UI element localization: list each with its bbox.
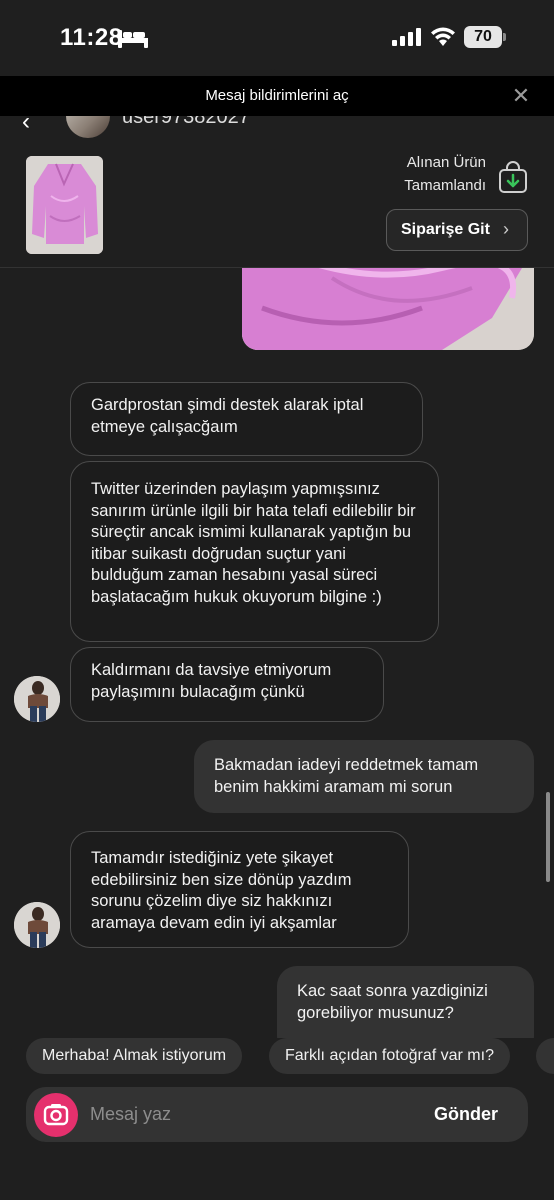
sent-photo-message[interactable] — [242, 268, 534, 350]
quick-replies: Merhaba! Almak istiyorum Farklı açıdan f… — [0, 1038, 554, 1074]
product-card: Alınan Ürün Tamamlandı Siparişe Git › — [0, 140, 554, 268]
camera-icon — [43, 1104, 69, 1126]
quick-reply-chip[interactable]: Farklı açıdan fotoğraf var mı? — [269, 1038, 510, 1074]
order-status-label: Alınan Ürün — [406, 154, 486, 171]
back-arrow-icon[interactable]: ‹ — [22, 116, 30, 136]
battery-icon: 70 — [464, 26, 506, 48]
send-button[interactable]: Gönder — [434, 1087, 498, 1142]
quick-reply-chip[interactable] — [536, 1038, 554, 1074]
message-input[interactable] — [90, 1087, 410, 1142]
incoming-message: Twitter üzerinden paylaşım yapmışsınız s… — [70, 461, 439, 642]
shopping-bag-download-icon — [499, 161, 527, 193]
message-composer: Gönder — [26, 1087, 528, 1142]
status-bar: 11:28 70 — [0, 0, 554, 76]
go-to-order-button[interactable]: Siparişe Git › — [386, 209, 528, 251]
incoming-message: Kaldırmanı da tavsiye etmiyorum paylaşım… — [70, 647, 384, 722]
scrollbar[interactable] — [546, 792, 550, 882]
close-icon[interactable]: ✕ — [510, 84, 532, 108]
header-avatar[interactable] — [66, 116, 110, 138]
chat-header: ‹ user97382027 — [0, 116, 554, 140]
outgoing-message: Kac saat sonra yazdiginizi gorebiliyor m… — [277, 966, 534, 1038]
bed-icon — [118, 30, 148, 48]
outgoing-message: Bakmadan iadeyi reddetmek tamam benim ha… — [194, 740, 534, 813]
incoming-message: Tamamdır istediğiniz yete şikayet edebil… — [70, 831, 409, 948]
header-username[interactable]: user97382027 — [122, 116, 250, 129]
product-image[interactable] — [26, 156, 103, 254]
go-to-order-label: Siparişe Git — [401, 221, 490, 238]
status-time: 11:28 — [60, 24, 123, 51]
signal-icon — [392, 28, 421, 46]
incoming-message: Gardprostan şimdi destek alarak iptal et… — [70, 382, 423, 456]
order-status-value: Tamamlandı — [404, 177, 486, 194]
wifi-icon — [431, 27, 455, 46]
chevron-right-icon: › — [503, 219, 509, 239]
quick-reply-chip[interactable]: Merhaba! Almak istiyorum — [26, 1038, 243, 1074]
notification-banner[interactable]: Mesaj bildirimlerini aç ✕ — [0, 76, 554, 116]
notification-text[interactable]: Mesaj bildirimlerini aç — [0, 76, 554, 116]
battery-level: 70 — [474, 28, 492, 45]
chat-messages[interactable]: Gardprostan şimdi destek alarak iptal et… — [0, 268, 554, 1038]
sender-avatar[interactable] — [14, 902, 60, 948]
camera-button[interactable] — [34, 1093, 78, 1137]
sender-avatar[interactable] — [14, 676, 60, 722]
